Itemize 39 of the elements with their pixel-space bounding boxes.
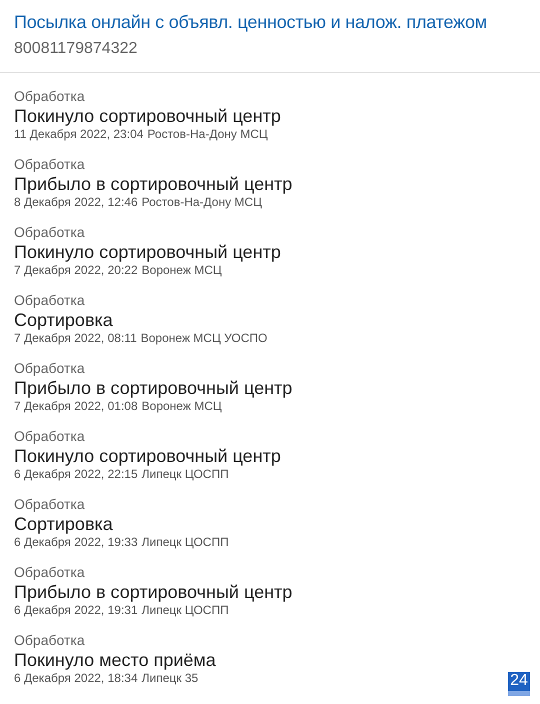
event-date: 6 Декабря 2022, 19:31 [14, 603, 138, 618]
event-date: 6 Декабря 2022, 18:34 [14, 671, 138, 686]
event-category: Обработка [14, 292, 86, 309]
event-place: Липецк 35 [142, 671, 198, 686]
event-category: Обработка [14, 564, 86, 581]
event-place: Ростов-На-Дону МСЦ [142, 195, 262, 210]
event-status: Сортировка [14, 309, 114, 331]
event-date: 6 Декабря 2022, 22:15 [14, 467, 138, 482]
event-place: Ростов-На-Дону МСЦ [147, 127, 268, 142]
event-category: Обработка [14, 496, 86, 513]
event-place: Воронеж МСЦ УОСПО [140, 331, 268, 346]
event-category: Обработка [14, 224, 86, 241]
event-status: Покинуло место приёма [14, 649, 217, 671]
event-status: Покинуло сортировочный центр [14, 445, 282, 467]
event-status: Сортировка [14, 513, 114, 535]
event-category: Обработка [14, 632, 86, 649]
event-category: Обработка [14, 88, 86, 105]
event-category: Обработка [14, 360, 86, 377]
event-place: Липецк ЦОСПП [142, 535, 229, 550]
event-date: 7 Декабря 2022, 08:11 [14, 331, 137, 346]
parcel-title: Посылка онлайн с объявл. ценностью и налож. платежом [14, 11, 488, 34]
event-category: Обработка [14, 428, 86, 445]
event-date: 11 Декабря 2022, 23:04 [14, 127, 144, 142]
event-date: 6 Декабря 2022, 19:33 [14, 535, 138, 550]
event-place: Воронеж МСЦ [142, 263, 222, 278]
event-category: Обработка [14, 156, 86, 173]
event-status: Прибыло в сортировочный центр [14, 173, 294, 195]
event-status: Покинуло сортировочный центр [14, 105, 282, 127]
event-date: 8 Декабря 2022, 12:46 [14, 195, 138, 210]
event-status: Прибыло в сортировочный центр [14, 377, 294, 399]
event-status: Покинуло сортировочный центр [14, 241, 282, 263]
tracking-number: 80081179874322 [14, 39, 138, 59]
event-place: Липецк ЦОСПП [142, 467, 229, 482]
event-date: 7 Декабря 2022, 20:22 [14, 263, 138, 278]
event-place: Липецк ЦОСПП [142, 603, 229, 618]
event-place: Воронеж МСЦ [142, 399, 222, 414]
event-date: 7 Декабря 2022, 01:08 [14, 399, 138, 414]
badge[interactable]: 24 [508, 672, 530, 696]
event-status: Прибыло в сортировочный центр [14, 581, 294, 603]
